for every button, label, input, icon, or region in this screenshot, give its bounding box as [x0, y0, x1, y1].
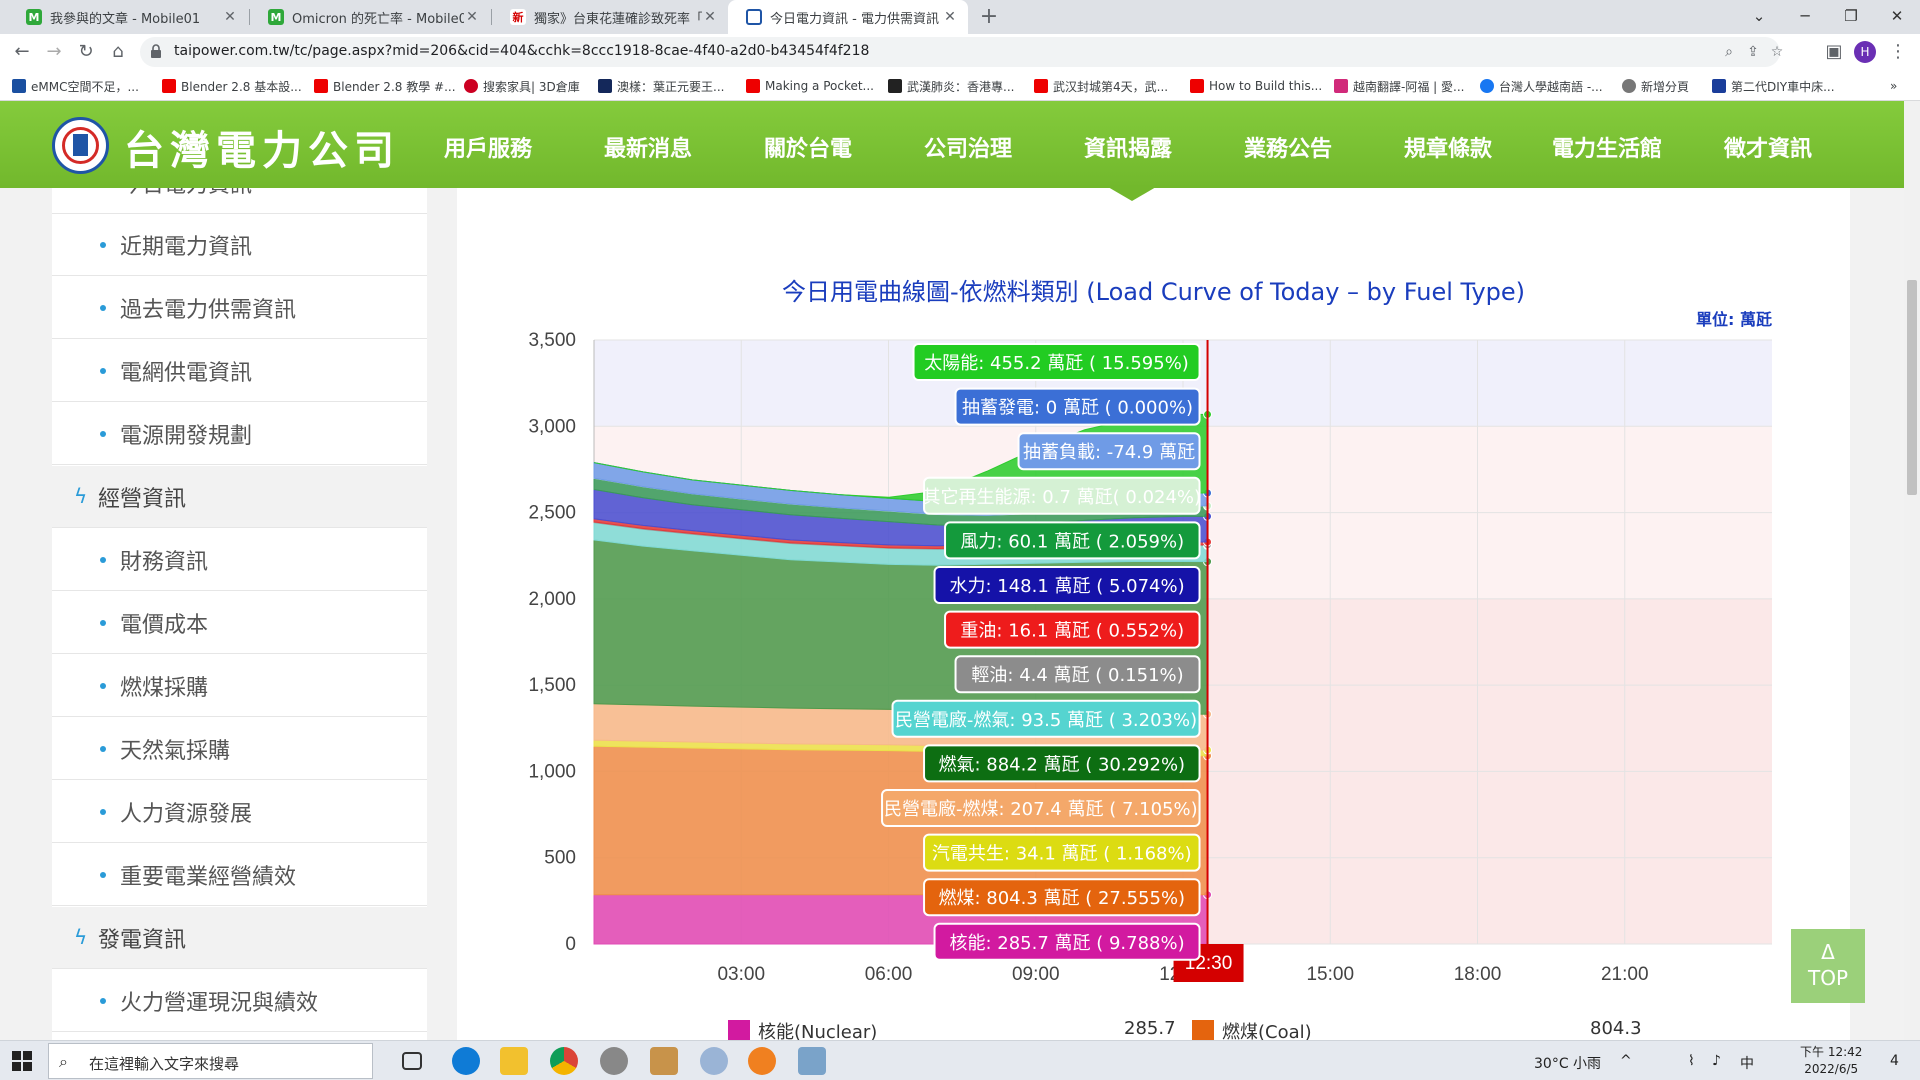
clock-time: 下午 12:42: [1800, 1045, 1863, 1059]
y-tick-label: 3,500: [528, 330, 576, 351]
windows-start-icon[interactable]: [12, 1051, 32, 1071]
tooltip-label: 燃煤: 804.3 萬瓩 ( 27.555%): [938, 888, 1185, 909]
file-explorer-icon[interactable]: [500, 1047, 528, 1075]
taskbar-clock[interactable]: 下午 12:42 2022/6/5: [1800, 1044, 1862, 1078]
tooltip-label: 核能: 285.7 萬瓩 ( 9.788%): [949, 933, 1184, 954]
x-tick-label: 03:00: [717, 964, 765, 985]
tooltip-label: 太陽能: 455.2 萬瓩 ( 15.595%): [924, 353, 1189, 374]
tooltip-entry: 風力: 60.1 萬瓩 ( 2.059%): [944, 521, 1201, 560]
search-placeholder: 在這裡輸入文字來搜尋: [89, 1055, 240, 1073]
weather-text[interactable]: 30°C 小雨: [1534, 1053, 1601, 1073]
y-tick-label: 2,500: [528, 503, 576, 524]
scrollbar-thumb[interactable]: [1907, 280, 1917, 495]
x-tick-label: 18:00: [1454, 964, 1502, 985]
tooltip-label: 汽電共生: 34.1 萬瓩 ( 1.168%): [932, 844, 1192, 865]
windows-taskbar: ⌕ 在這裡輸入文字來搜尋 30°C 小雨 ^ ⌇ ♪ 中 下午 12:42 20…: [0, 1040, 1920, 1080]
tooltip-entry: 民營電廠-燃氣: 93.5 萬瓩 ( 3.203%): [891, 699, 1201, 738]
edge-icon[interactable]: [452, 1047, 480, 1075]
tooltip-entry: 抽蓄負載: -74.9 萬瓩: [1017, 432, 1201, 471]
chrome-icon[interactable]: [550, 1047, 578, 1075]
legend-swatch: [1192, 1020, 1214, 1042]
tooltip-label: 民營電廠-燃氣: 93.5 萬瓩 ( 3.203%): [895, 709, 1197, 731]
tooltip-entry: 核能: 285.7 萬瓩 ( 9.788%): [933, 922, 1201, 961]
y-tick-label: 500: [544, 848, 576, 869]
notification-badge[interactable]: 4: [1890, 1053, 1899, 1069]
app-icon[interactable]: [650, 1047, 678, 1075]
back-to-top-button[interactable]: Δ TOP: [1791, 929, 1865, 1003]
page-scrollbar[interactable]: [1904, 101, 1920, 1040]
x-tick-label: 21:00: [1601, 964, 1649, 985]
tooltip-entry: 燃煤: 804.3 萬瓩 ( 27.555%): [923, 878, 1201, 917]
task-view-icon[interactable]: [402, 1052, 422, 1070]
y-tick-label: 3,000: [528, 416, 576, 437]
tooltip-entry: 汽電共生: 34.1 萬瓩 ( 1.168%): [923, 833, 1201, 872]
app-icon[interactable]: [798, 1047, 826, 1075]
x-tick-label: 09:00: [1012, 964, 1060, 985]
y-tick-label: 1,000: [528, 761, 576, 782]
tooltip-label: 輕油: 4.4 萬瓩 ( 0.151%): [971, 665, 1183, 686]
up-arrow-icon: Δ: [1821, 940, 1835, 964]
tooltip-entry: 民營電廠-燃煤: 207.4 萬瓩 ( 7.105%): [881, 789, 1201, 827]
tooltip-label: 民營電廠-燃煤: 207.4 萬瓩 ( 7.105%): [884, 798, 1198, 820]
tooltip-entry: 太陽能: 455.2 萬瓩 ( 15.595%): [912, 343, 1201, 381]
tooltip-entry: 抽蓄發電: 0 萬瓩 ( 0.000%): [954, 387, 1201, 426]
y-tick-label: 1,500: [528, 675, 576, 696]
tooltip-entry: 水力: 148.1 萬瓩 ( 5.074%): [933, 566, 1201, 604]
tooltip-label: 燃氣: 884.2 萬瓩 ( 30.292%): [938, 754, 1185, 775]
top-label: TOP: [1807, 966, 1849, 990]
load-curve-chart[interactable]: 0 500 1,000 1,500 2,000 2,500 3,000 3,500 03:00 0…: [0, 0, 1920, 1040]
app-icon[interactable]: [700, 1047, 728, 1075]
tooltip-label: 抽蓄發電: 0 萬瓩 ( 0.000%): [962, 398, 1193, 419]
x-tick-label: 15:00: [1306, 964, 1354, 985]
tooltip-entry: 輕油: 4.4 萬瓩 ( 0.151%): [954, 655, 1201, 694]
tooltip-entry: 其它再生能源: 0.7 萬瓩( 0.024%): [923, 476, 1202, 515]
y-tick-label: 2,000: [528, 589, 576, 610]
taskbar-search-input[interactable]: ⌕ 在這裡輸入文字來搜尋: [48, 1043, 373, 1079]
volume-icon[interactable]: ♪: [1712, 1053, 1721, 1069]
tooltip-label: 其它再生能源: 0.7 萬瓩( 0.024%): [923, 487, 1202, 508]
ime-indicator[interactable]: 中: [1740, 1053, 1754, 1073]
tooltip-entry: 重油: 16.1 萬瓩 ( 0.552%): [944, 610, 1201, 649]
legend-swatch: [728, 1020, 750, 1042]
tooltip-label: 抽蓄負載: -74.9 萬瓩: [1023, 442, 1195, 463]
legend-value: 285.7: [1124, 1018, 1176, 1039]
app-icon[interactable]: [600, 1047, 628, 1075]
tooltip-label: 重油: 16.1 萬瓩 ( 0.552%): [960, 621, 1184, 642]
tray-chevron-icon[interactable]: ^: [1620, 1053, 1632, 1069]
x-tick-label: 06:00: [865, 964, 913, 985]
blender-icon[interactable]: [748, 1047, 776, 1075]
search-icon: ⌕: [59, 1052, 68, 1071]
tooltip-entry: 燃氣: 884.2 萬瓩 ( 30.292%): [923, 744, 1201, 783]
tooltip-label: 水力: 148.1 萬瓩 ( 5.074%): [949, 576, 1184, 597]
tooltip-label: 風力: 60.1 萬瓩 ( 2.059%): [960, 531, 1184, 552]
clock-date: 2022/6/5: [1804, 1062, 1859, 1076]
legend-value: 804.3: [1590, 1018, 1642, 1039]
network-icon[interactable]: ⌇: [1688, 1053, 1695, 1069]
y-tick-label: 0: [565, 934, 576, 955]
